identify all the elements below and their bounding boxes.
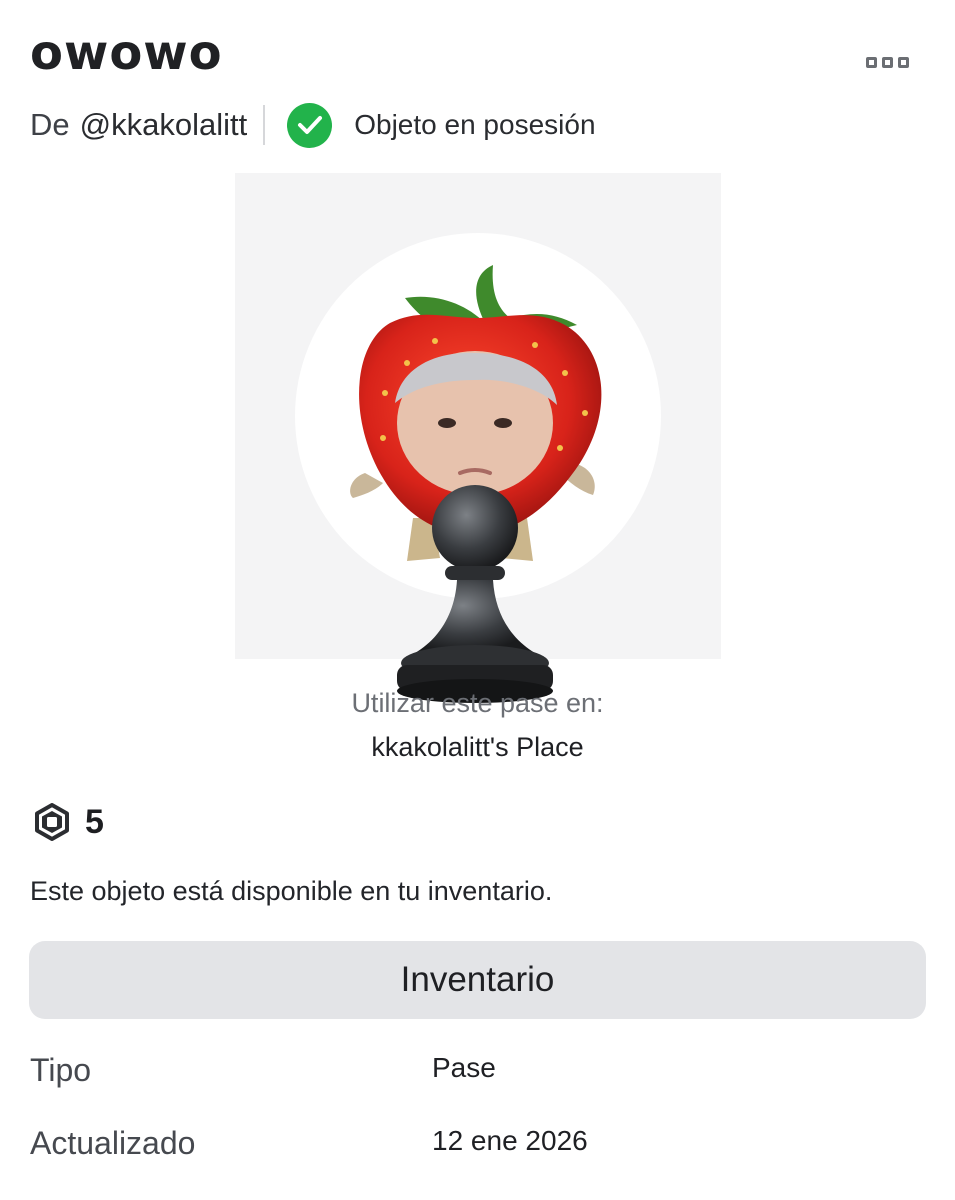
place-link[interactable]: kkakolalitt's Place (0, 732, 955, 763)
item-details-page: owowo De @kkakolalitt Objeto en posesión (0, 0, 955, 1200)
usage-label: Utilizar este pase en: (351, 688, 604, 718)
more-options-button[interactable] (866, 54, 912, 70)
detail-label-updated: Actualizado (30, 1125, 196, 1161)
byline-prefix: De (30, 107, 70, 142)
strawberry-pawn-image (350, 265, 602, 703)
robux-icon (35, 803, 69, 841)
byline: De @kkakolalitt Objeto en posesión (30, 100, 596, 150)
divider (263, 105, 266, 145)
item-thumbnail (235, 173, 721, 703)
detail-label-type: Tipo (30, 1052, 92, 1088)
detail-value-type: Pase (432, 1052, 496, 1083)
detail-value-updated: 12 ene 2026 (432, 1125, 588, 1156)
owned-status-label: Objeto en posesión (354, 109, 596, 140)
price: 5 (33, 800, 104, 844)
more-options-icon (866, 56, 877, 68)
price-amount: 5 (85, 802, 104, 841)
checkmark-circle-icon (287, 102, 333, 148)
inventory-button[interactable]: Inventario (29, 941, 926, 1019)
page-title: owowo (30, 25, 223, 81)
availability-text: Este objeto está disponible en tu invent… (30, 876, 553, 906)
creator-link[interactable]: @kkakolalitt (80, 107, 248, 143)
